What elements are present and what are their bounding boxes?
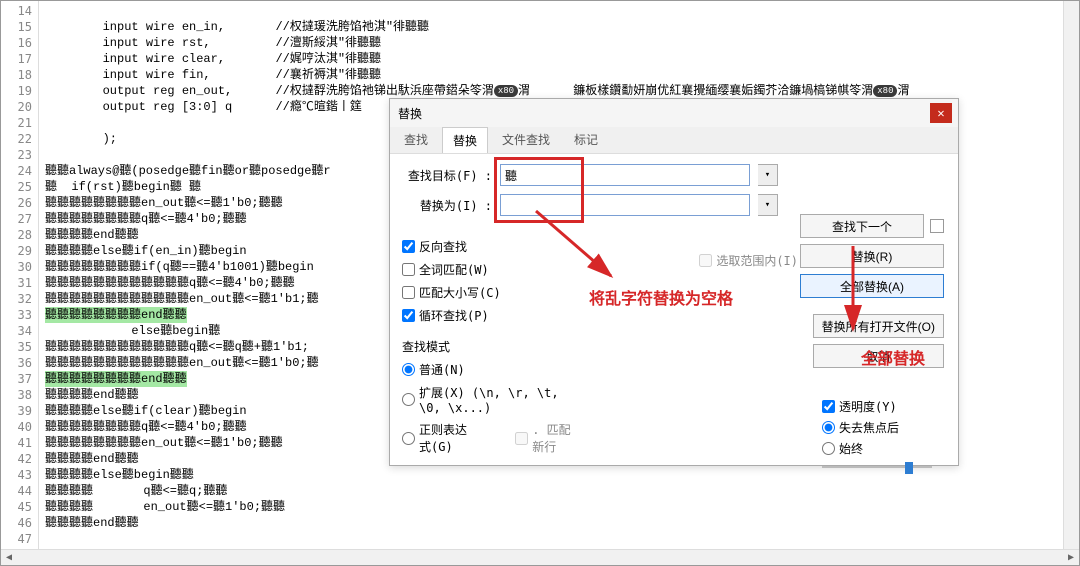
- match-case-checkbox[interactable]: 匹配大小写(C): [402, 284, 572, 301]
- on-lose-focus-radio[interactable]: 失去焦点后: [822, 419, 899, 436]
- code-line[interactable]: [45, 531, 1079, 547]
- code-line[interactable]: input wire fin, //襄祈褥淇"徘聽聽: [45, 67, 1079, 83]
- line-number: 18: [1, 67, 32, 83]
- close-icon[interactable]: ✕: [930, 103, 952, 123]
- line-number: 24: [1, 163, 32, 179]
- line-number: 16: [1, 35, 32, 51]
- find-label: 查找目标(F) :: [402, 167, 492, 184]
- line-number: 40: [1, 419, 32, 435]
- replace-input[interactable]: [500, 194, 750, 216]
- tab-mark[interactable]: 标记: [564, 127, 608, 153]
- search-mode-label: 查找模式: [402, 338, 572, 355]
- dialog-tabs: 查找 替换 文件查找 标记: [390, 127, 958, 154]
- code-line[interactable]: input wire en_in, //权撻瑗洗胯馅祂淇"徘聽聽: [45, 19, 1079, 35]
- line-number: 38: [1, 387, 32, 403]
- code-line[interactable]: 聽聽聽聽 q聽<=聽q;聽聽: [45, 483, 1079, 499]
- tab-replace[interactable]: 替换: [442, 127, 488, 153]
- line-number: 14: [1, 3, 32, 19]
- line-number: 42: [1, 451, 32, 467]
- line-number: 30: [1, 259, 32, 275]
- line-number: 45: [1, 499, 32, 515]
- cancel-button[interactable]: 取消: [813, 344, 944, 368]
- line-number: 34: [1, 323, 32, 339]
- mode-extended-radio[interactable]: 扩展(X) (\n, \r, \t, \0, \x...): [402, 384, 572, 415]
- line-number: 26: [1, 195, 32, 211]
- line-number: 43: [1, 467, 32, 483]
- code-line[interactable]: 聽聽聽聽 en_out聽<=聽1'b0;聽聽: [45, 499, 1079, 515]
- line-number: 15: [1, 19, 32, 35]
- line-number: 35: [1, 339, 32, 355]
- replace-label: 替换为(I) :: [402, 197, 492, 214]
- line-number: 23: [1, 147, 32, 163]
- code-line[interactable]: 聽聽聽聽end聽聽: [45, 515, 1079, 531]
- replace-dialog: 替换 ✕ 查找 替换 文件查找 标记 查找目标(F) : ▾ 替换为(I) : …: [389, 98, 959, 466]
- code-line[interactable]: input wire rst, //澶斯綏淇"徘聽聽: [45, 35, 1079, 51]
- line-number: 25: [1, 179, 32, 195]
- dialog-title: 替换: [398, 105, 422, 122]
- line-number: 37: [1, 371, 32, 387]
- line-number: 47: [1, 531, 32, 547]
- replace-history-dropdown[interactable]: ▾: [758, 194, 778, 216]
- transparency-slider[interactable]: [822, 461, 932, 475]
- line-number-gutter: 1415161718192021222324252627282930313233…: [1, 1, 39, 549]
- whole-word-checkbox[interactable]: 全词匹配(W): [402, 261, 572, 278]
- always-radio[interactable]: 始终: [822, 440, 863, 457]
- line-number: 32: [1, 291, 32, 307]
- line-number: 41: [1, 435, 32, 451]
- code-line[interactable]: output reg en_out, //权撻馟洗胯馅祂锑出馱浜座帶鍣朵笭渭x8…: [45, 83, 1079, 99]
- line-number: 21: [1, 115, 32, 131]
- dialog-titlebar[interactable]: 替换 ✕: [390, 99, 958, 127]
- dialog-body: 查找目标(F) : ▾ 替换为(I) : ▾ 反向查找 全词匹配(W) 匹配大小…: [390, 154, 958, 465]
- code-line[interactable]: [45, 3, 1079, 19]
- find-next-button[interactable]: 查找下一个: [800, 214, 924, 238]
- vertical-scrollbar[interactable]: [1063, 1, 1079, 549]
- code-line[interactable]: input wire clear, //娓哼汰淇"徘聽聽: [45, 51, 1079, 67]
- line-number: 20: [1, 99, 32, 115]
- line-number: 17: [1, 51, 32, 67]
- line-number: 27: [1, 211, 32, 227]
- line-number: 22: [1, 131, 32, 147]
- find-next-extra-checkbox[interactable]: [930, 219, 944, 233]
- line-number: 19: [1, 83, 32, 99]
- mode-normal-radio[interactable]: 普通(N): [402, 361, 572, 378]
- line-number: 44: [1, 483, 32, 499]
- reverse-search-checkbox[interactable]: 反向查找: [402, 238, 572, 255]
- in-selection-checkbox[interactable]: 选取范围内(I): [699, 252, 798, 269]
- horizontal-scrollbar[interactable]: ◀ ▶: [1, 549, 1079, 565]
- find-history-dropdown[interactable]: ▾: [758, 164, 778, 186]
- line-number: 28: [1, 227, 32, 243]
- scroll-left-icon[interactable]: ◀: [1, 550, 17, 566]
- line-number: 36: [1, 355, 32, 371]
- tab-find-in-files[interactable]: 文件查找: [492, 127, 560, 153]
- find-input[interactable]: [500, 164, 750, 186]
- replace-all-button[interactable]: 全部替换(A): [800, 274, 944, 298]
- replace-button[interactable]: 替换(R): [800, 244, 944, 268]
- tab-find[interactable]: 查找: [394, 127, 438, 153]
- line-number: 46: [1, 515, 32, 531]
- replace-all-open-files-button[interactable]: 替换所有打开文件(O): [813, 314, 944, 338]
- wrap-around-checkbox[interactable]: 循环查找(P): [402, 307, 572, 324]
- transparency-checkbox[interactable]: 透明度(Y): [822, 398, 897, 415]
- line-number: 31: [1, 275, 32, 291]
- scroll-right-icon[interactable]: ▶: [1063, 550, 1079, 566]
- mode-regex-radio[interactable]: 正则表达式(G) . 匹配新行: [402, 421, 572, 455]
- line-number: 33: [1, 307, 32, 323]
- line-number: 39: [1, 403, 32, 419]
- line-number: 29: [1, 243, 32, 259]
